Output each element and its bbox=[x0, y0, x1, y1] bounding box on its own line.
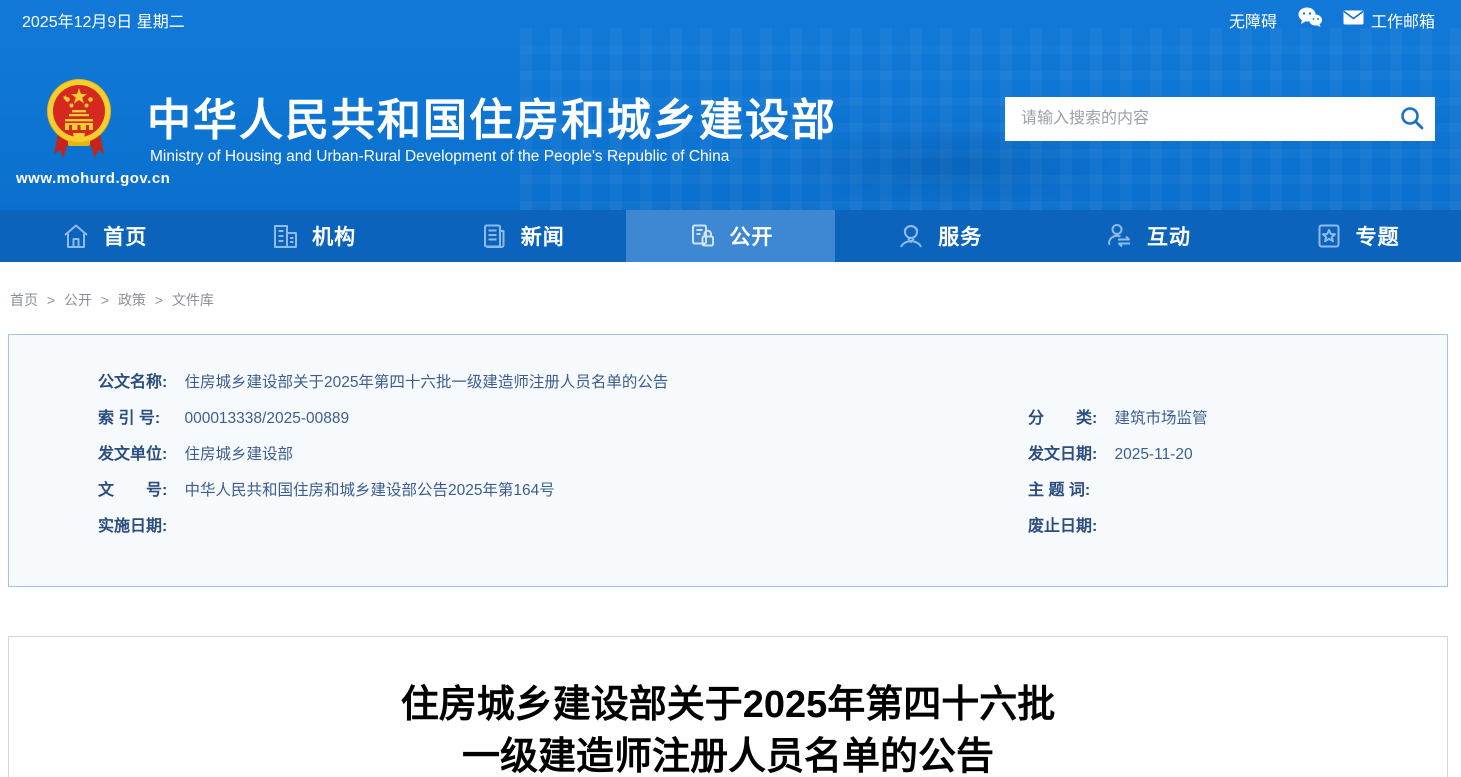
article-title: 住房城乡建设部关于2025年第四十六批 一级建造师注册人员名单的公告 bbox=[9, 679, 1447, 777]
field-label: 文 号: bbox=[98, 482, 168, 499]
site-subtitle-english: Ministry of Housing and Urban-Rural Deve… bbox=[150, 148, 730, 165]
article-title-line1: 住房城乡建设部关于2025年第四十六批 bbox=[400, 684, 1056, 726]
field-label: 废止日期: bbox=[1028, 518, 1098, 535]
nav-label: 专题 bbox=[1355, 226, 1400, 249]
field-value: 住房城乡建设部 bbox=[184, 446, 293, 463]
breadcrumb-home[interactable]: 首页 bbox=[10, 292, 38, 308]
topbar-links: 无障碍 工作邮箱 bbox=[1229, 6, 1435, 33]
interaction-arrows-icon bbox=[1105, 221, 1135, 251]
metadata-right-column: 分 类: 建筑市场监管 发文日期: 2025-11-20 主 题 词: 废止日期… bbox=[1028, 401, 1207, 545]
nav-label: 首页 bbox=[103, 226, 148, 249]
field-label: 主 题 词: bbox=[1028, 482, 1091, 499]
nav-item-service[interactable]: 服务 bbox=[835, 210, 1044, 262]
nav-item-news[interactable]: 新闻 bbox=[417, 210, 626, 262]
site-header: 2025年12月9日 星期二 无障碍 工作邮箱 www.mohurd.gov.c… bbox=[0, 0, 1461, 210]
breadcrumb-separator: > bbox=[100, 292, 110, 308]
site-title: 中华人民共和国住房和城乡建设部 bbox=[147, 96, 837, 145]
field-value: 2025-11-20 bbox=[1114, 446, 1193, 463]
document-metadata-box: 公文名称: 住房城乡建设部关于2025年第四十六批一级建造师注册人员名单的公告 … bbox=[8, 334, 1448, 587]
nav-item-organization[interactable]: 机构 bbox=[209, 210, 418, 262]
work-mailbox-link[interactable]: 工作邮箱 bbox=[1343, 8, 1435, 32]
field-label: 发文日期: bbox=[1028, 446, 1098, 463]
metadata-row-implementation-date: 实施日期: bbox=[98, 509, 668, 545]
accessibility-link[interactable]: 无障碍 bbox=[1229, 8, 1277, 32]
mailbox-label: 工作邮箱 bbox=[1370, 13, 1435, 31]
metadata-row-category: 分 类: 建筑市场监管 bbox=[1028, 401, 1207, 437]
field-value: 住房城乡建设部关于2025年第四十六批一级建造师注册人员名单的公告 bbox=[184, 374, 669, 391]
field-label: 实施日期: bbox=[98, 518, 168, 535]
search-box bbox=[1005, 97, 1435, 141]
article-content-box: 住房城乡建设部关于2025年第四十六批 一级建造师注册人员名单的公告 bbox=[8, 636, 1448, 777]
field-value: 中华人民共和国住房和城乡建设部公告2025年第164号 bbox=[184, 482, 555, 499]
nav-label: 机构 bbox=[312, 226, 357, 249]
field-label: 发文单位: bbox=[98, 446, 168, 463]
nav-label: 新闻 bbox=[520, 226, 565, 249]
search-button[interactable] bbox=[1389, 97, 1435, 141]
main-navigation: 首页 机构 新闻 公开 服务 互动 专题 bbox=[0, 210, 1461, 262]
breadcrumb-separator: > bbox=[46, 292, 56, 308]
metadata-row-issuing-unit: 发文单位: 住房城乡建设部 bbox=[98, 437, 668, 473]
nav-item-interaction[interactable]: 互动 bbox=[1044, 210, 1253, 262]
field-value: 建筑市场监管 bbox=[1114, 410, 1208, 427]
article-title-line2: 一级建造师注册人员名单的公告 bbox=[461, 736, 994, 777]
metadata-row-document-number: 文 号: 中华人民共和国住房和城乡建设部公告2025年第164号 bbox=[98, 473, 668, 509]
nav-item-home[interactable]: 首页 bbox=[0, 210, 209, 262]
metadata-row-issue-date: 发文日期: 2025-11-20 bbox=[1028, 437, 1207, 473]
search-input[interactable] bbox=[1005, 97, 1389, 141]
site-url: www.mohurd.gov.cn bbox=[16, 170, 171, 187]
field-label: 公文名称: bbox=[98, 374, 168, 391]
wechat-link[interactable] bbox=[1297, 6, 1323, 33]
breadcrumb-policy[interactable]: 政策 bbox=[118, 292, 146, 308]
mail-icon bbox=[1343, 10, 1364, 30]
breadcrumb-document-library[interactable]: 文件库 bbox=[172, 292, 214, 308]
nav-label: 互动 bbox=[1146, 226, 1191, 249]
home-icon bbox=[61, 221, 91, 251]
breadcrumb-disclosure[interactable]: 公开 bbox=[64, 292, 92, 308]
disclosure-lock-icon bbox=[688, 221, 718, 251]
nav-label: 服务 bbox=[938, 226, 983, 249]
star-document-icon bbox=[1314, 221, 1344, 251]
national-emblem-logo bbox=[46, 78, 112, 169]
metadata-row-subject-words: 主 题 词: bbox=[1028, 473, 1207, 509]
current-date: 2025年12月9日 星期二 bbox=[22, 14, 185, 31]
topbar: 2025年12月9日 星期二 无障碍 工作邮箱 bbox=[0, 0, 1461, 36]
nav-item-disclosure[interactable]: 公开 bbox=[626, 210, 835, 262]
breadcrumb: 首页 > 公开 > 政策 > 文件库 bbox=[10, 290, 1461, 310]
metadata-left-column: 公文名称: 住房城乡建设部关于2025年第四十六批一级建造师注册人员名单的公告 … bbox=[98, 365, 668, 545]
nav-label: 公开 bbox=[729, 226, 774, 249]
news-icon bbox=[479, 221, 509, 251]
field-label: 索 引 号: bbox=[98, 410, 161, 427]
metadata-row-document-name: 公文名称: 住房城乡建设部关于2025年第四十六批一级建造师注册人员名单的公告 bbox=[98, 365, 668, 401]
field-value: 000013338/2025-00889 bbox=[184, 410, 350, 427]
search-icon bbox=[1399, 105, 1425, 134]
metadata-row-index-number: 索 引 号: 000013338/2025-00889 bbox=[98, 401, 668, 437]
organization-icon bbox=[270, 221, 300, 251]
wechat-icon bbox=[1297, 6, 1323, 33]
field-label: 分 类: bbox=[1028, 410, 1098, 427]
service-headset-icon bbox=[896, 221, 926, 251]
nav-item-special-topics[interactable]: 专题 bbox=[1252, 210, 1461, 262]
breadcrumb-separator: > bbox=[154, 292, 164, 308]
accessibility-label: 无障碍 bbox=[1228, 13, 1277, 31]
metadata-row-repeal-date: 废止日期: bbox=[1028, 509, 1207, 545]
